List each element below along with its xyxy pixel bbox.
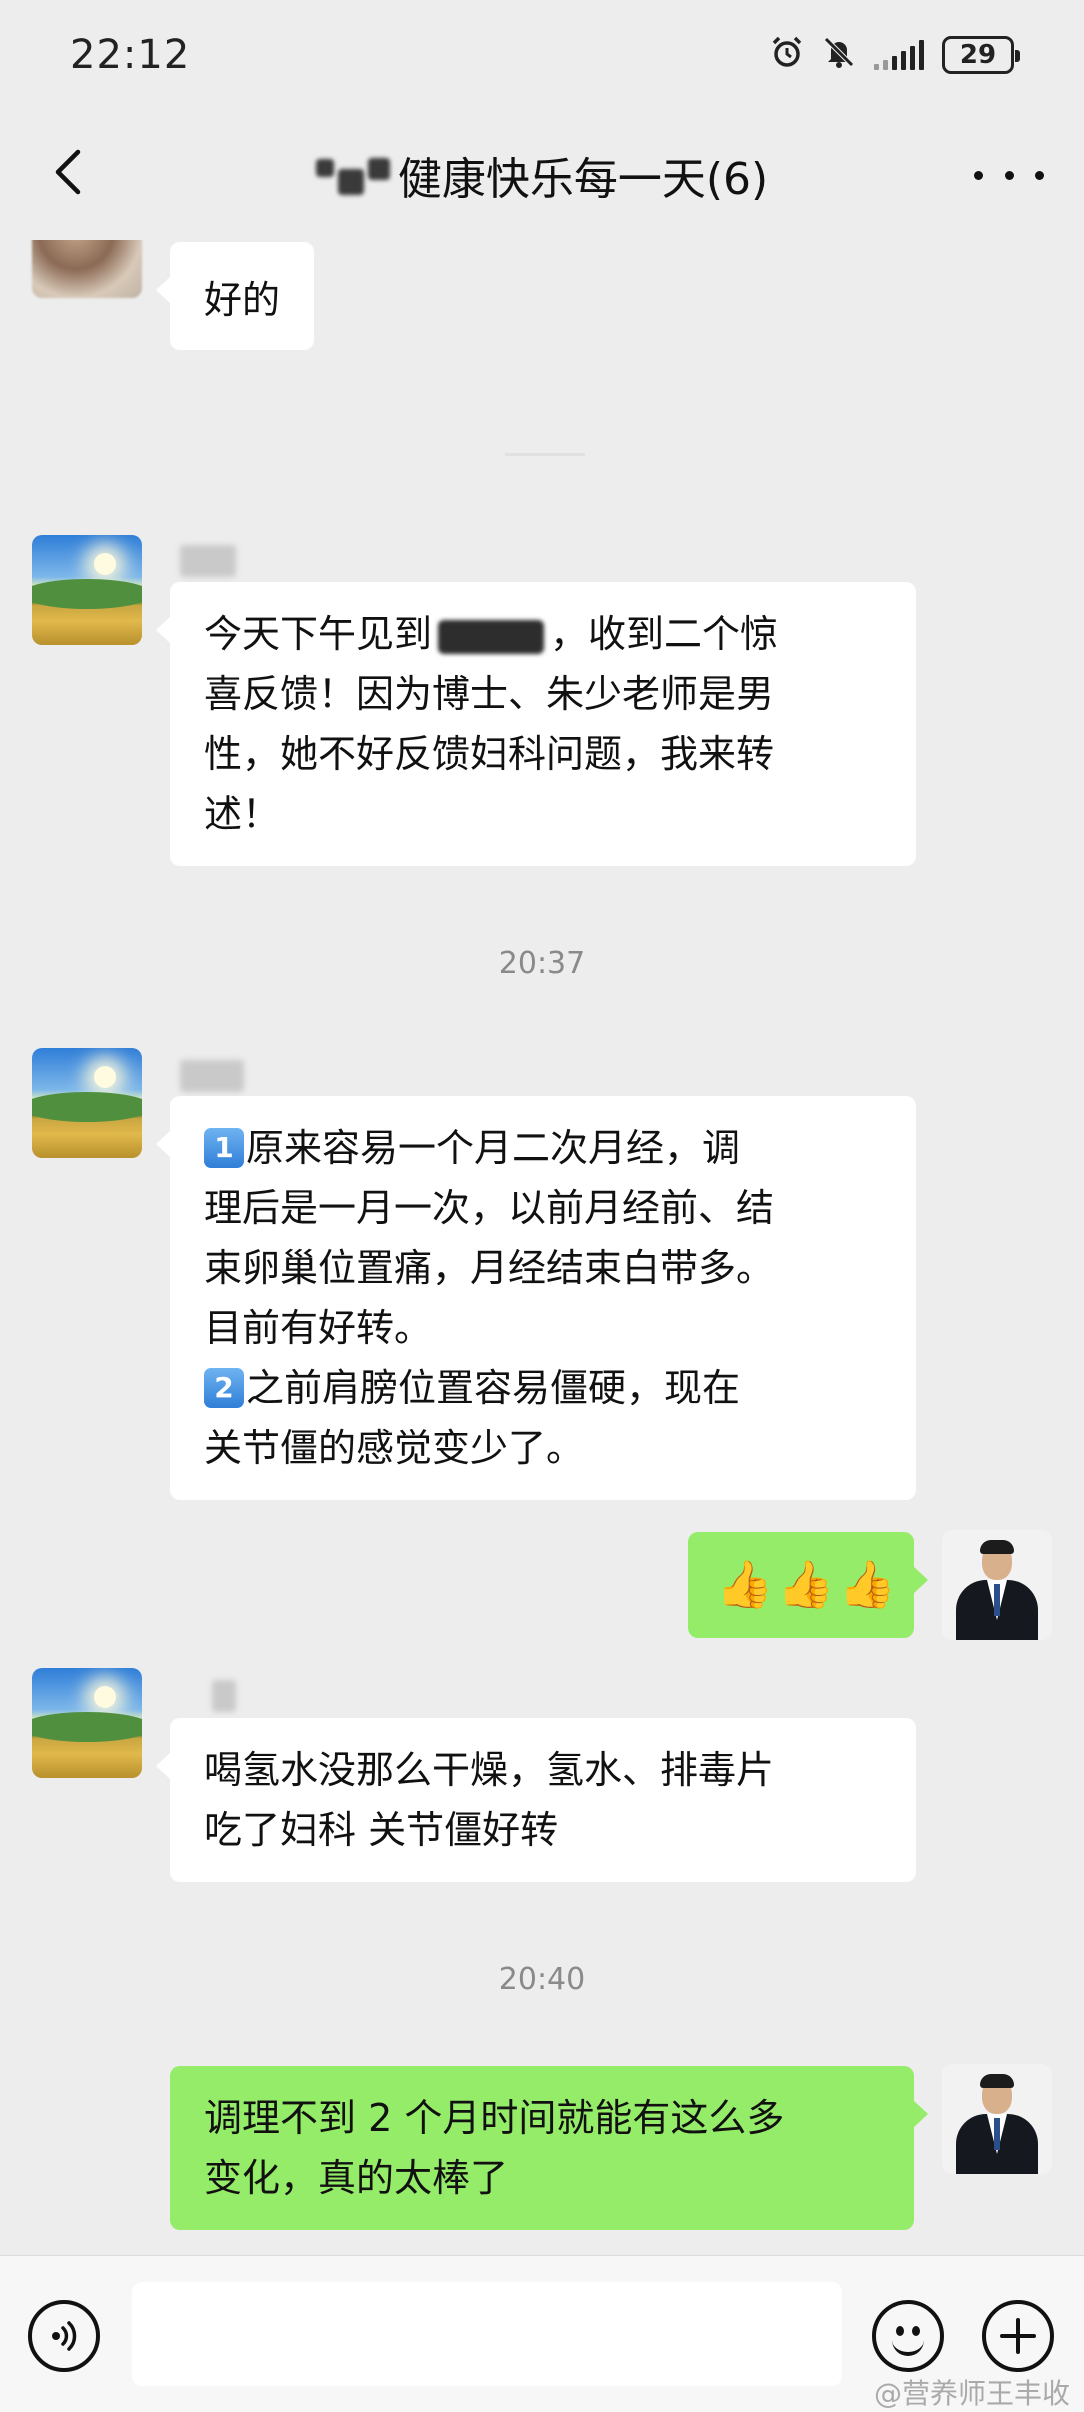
chat-message-list[interactable]: 好的 今天下午见到 ，收到二个惊 喜反馈！因为博士、朱少老师是男 性，她不好反馈妇… xyxy=(0,240,1084,2255)
alarm-icon xyxy=(770,35,804,75)
voice-button[interactable] xyxy=(28,2300,100,2372)
plus-button[interactable] xyxy=(982,2300,1054,2372)
message-text: 原来容易一个月二次月经，调 xyxy=(246,1126,741,1170)
emoji-icon xyxy=(896,2326,904,2336)
message-text: 好的 xyxy=(204,278,281,322)
sender-avatar[interactable] xyxy=(32,535,142,645)
message-text: 变化，真的太棒了 xyxy=(204,2156,509,2200)
back-button[interactable] xyxy=(38,142,98,202)
message-timestamp: 20:40 xyxy=(498,1962,586,1997)
faint-divider xyxy=(505,453,585,456)
voice-icon xyxy=(52,2321,77,2351)
chat-title: 健康快乐每一天(6) xyxy=(315,143,769,207)
message-text: 目前有好转。 xyxy=(204,1306,433,1350)
message-bubble[interactable]: 今天下午见到 ，收到二个惊 喜反馈！因为博士、朱少老师是男 性，她不好反馈妇科问题… xyxy=(156,582,916,866)
message-text: 关节僵的感觉变少了。 xyxy=(204,1426,585,1470)
message-input[interactable] xyxy=(132,2282,842,2386)
message-bubble-own[interactable]: 👍👍👍 xyxy=(688,1532,928,1638)
message-text: 调理不到 2 个月时间就能有这么多 xyxy=(204,2096,785,2140)
message-text: 述！ xyxy=(204,792,281,836)
watermark: @营养师王丰收 xyxy=(873,2377,1070,2410)
message-bubble[interactable]: 1 原来容易一个月二次月经，调 理后是一月一次，以前月经前、结 束卵巢位置痛，月经… xyxy=(156,1096,916,1500)
thumbs-up-icon: 👍👍👍 xyxy=(716,1557,900,1611)
status-icons: 29 xyxy=(770,35,1020,75)
sender-avatar[interactable] xyxy=(32,240,142,298)
emoji-button[interactable] xyxy=(872,2300,944,2372)
message-text: 理后是一月一次，以前月经前、结 xyxy=(204,1186,775,1230)
message-timestamp: 20:37 xyxy=(498,946,586,981)
own-avatar[interactable] xyxy=(942,1530,1052,1640)
redacted-title-part xyxy=(315,159,334,177)
message-text: 吃了妇科 关节僵好转 xyxy=(204,1808,559,1852)
sender-name xyxy=(180,1060,244,1092)
message-text: 今天下午见到 xyxy=(204,612,433,656)
message-text: 喜反馈！因为博士、朱少老师是男 xyxy=(204,672,775,716)
plus-icon xyxy=(1000,2318,1036,2354)
own-avatar[interactable] xyxy=(942,2064,1052,2174)
sender-avatar[interactable] xyxy=(32,1668,142,1778)
sender-name xyxy=(180,545,236,577)
sender-avatar[interactable] xyxy=(32,1048,142,1158)
redacted-title-part xyxy=(367,158,390,180)
number-two-icon: 2 xyxy=(204,1367,244,1408)
message-text: ，收到二个惊 xyxy=(550,612,779,656)
message-text: 之前肩膀位置容易僵硬，现在 xyxy=(246,1366,741,1410)
mute-icon xyxy=(822,35,856,75)
redacted-title-part xyxy=(337,169,364,195)
message-text: 喝氢水没那么干燥，氢水、排毒片 xyxy=(204,1748,775,1792)
message-text: 性，她不好反馈妇科问题，我来转 xyxy=(204,732,775,776)
more-button[interactable] xyxy=(974,150,1044,200)
message-bubble-own[interactable]: 调理不到 2 个月时间就能有这么多 变化，真的太棒了 xyxy=(170,2066,928,2230)
signal-icon xyxy=(874,40,924,70)
message-bubble[interactable]: 喝氢水没那么干燥，氢水、排毒片 吃了妇科 关节僵好转 xyxy=(156,1718,916,1882)
battery-icon: 29 xyxy=(942,36,1020,74)
message-text: 束卵巢位置痛，月经结束白带多。 xyxy=(204,1246,775,1290)
status-bar: 22:12 29 xyxy=(0,0,1084,110)
redacted-name xyxy=(438,619,545,654)
number-one-icon: 1 xyxy=(204,1127,244,1168)
message-bubble[interactable]: 好的 xyxy=(155,242,315,350)
sender-name xyxy=(212,1680,236,1712)
more-dots-icon xyxy=(974,170,983,180)
status-time: 22:12 xyxy=(70,32,191,78)
battery-level: 29 xyxy=(959,40,997,70)
chat-title-text: 健康快乐每一天(6) xyxy=(397,154,769,205)
chat-header: 健康快乐每一天(6) xyxy=(0,110,1084,240)
chevron-left-icon xyxy=(55,149,81,195)
